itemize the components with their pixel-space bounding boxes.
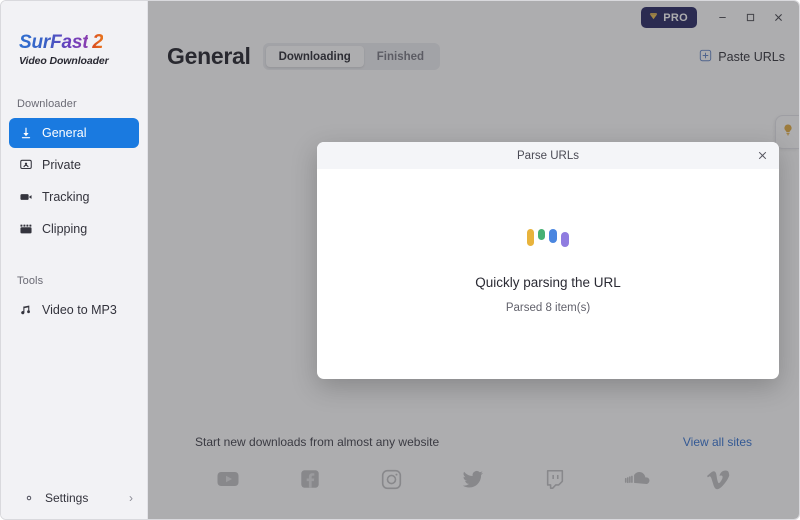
loading-dot-1 <box>527 228 534 246</box>
logo-name: SurFast <box>19 32 89 53</box>
loading-dot-3 <box>549 228 557 243</box>
download-arrow-icon <box>18 126 33 141</box>
sidebar-section-label-tools: Tools <box>17 275 44 287</box>
loading-message: Quickly parsing the URL <box>475 275 621 290</box>
sidebar: SurFast 2 Video Downloader Downloader Gen… <box>1 1 148 519</box>
gear-icon <box>21 490 36 505</box>
sidebar-item-video-to-mp3[interactable]: Video to MP3 <box>9 295 139 325</box>
app-logo: SurFast 2 Video Downloader <box>1 1 147 67</box>
sidebar-section-label-downloader: Downloader <box>17 98 77 110</box>
sidebar-item-label: Tracking <box>42 190 90 204</box>
sidebar-item-private[interactable]: Private <box>9 150 139 180</box>
main-area: PRO General Downloading Finished Paste U… <box>148 1 799 519</box>
close-icon[interactable] <box>754 148 770 164</box>
dialog-title: Parse URLs <box>517 149 579 162</box>
sidebar-item-label: General <box>42 126 87 140</box>
sidebar-item-label: Private <box>42 158 81 172</box>
logo-version: 2 <box>92 31 104 53</box>
dialog-header: Parse URLs <box>317 142 779 169</box>
music-note-icon <box>18 303 33 318</box>
sidebar-item-general[interactable]: General <box>9 118 139 148</box>
parse-urls-dialog: Parse URLs Quickly parsing the URL Parse… <box>317 142 779 379</box>
private-screen-icon <box>18 158 33 173</box>
sidebar-item-settings[interactable]: Settings › <box>1 490 147 505</box>
loading-dot-2 <box>538 229 545 240</box>
sidebar-item-label: Settings <box>45 490 89 505</box>
dialog-body: Quickly parsing the URL Parsed 8 item(s) <box>317 169 779 379</box>
loading-dots <box>527 227 569 247</box>
sidebar-item-clipping[interactable]: Clipping <box>9 214 139 244</box>
camera-icon <box>18 190 33 205</box>
chevron-right-icon: › <box>129 490 133 505</box>
sidebar-item-tracking[interactable]: Tracking <box>9 182 139 212</box>
app-window: SurFast 2 Video Downloader Downloader Gen… <box>0 0 800 520</box>
sidebar-item-label: Video to MP3 <box>42 303 117 317</box>
loading-dot-4 <box>561 231 569 247</box>
sidebar-item-label: Clipping <box>42 222 88 236</box>
clapperboard-icon <box>18 222 33 237</box>
parsed-count-message: Parsed 8 item(s) <box>505 302 591 314</box>
logo-subtitle: Video Downloader <box>19 55 109 67</box>
